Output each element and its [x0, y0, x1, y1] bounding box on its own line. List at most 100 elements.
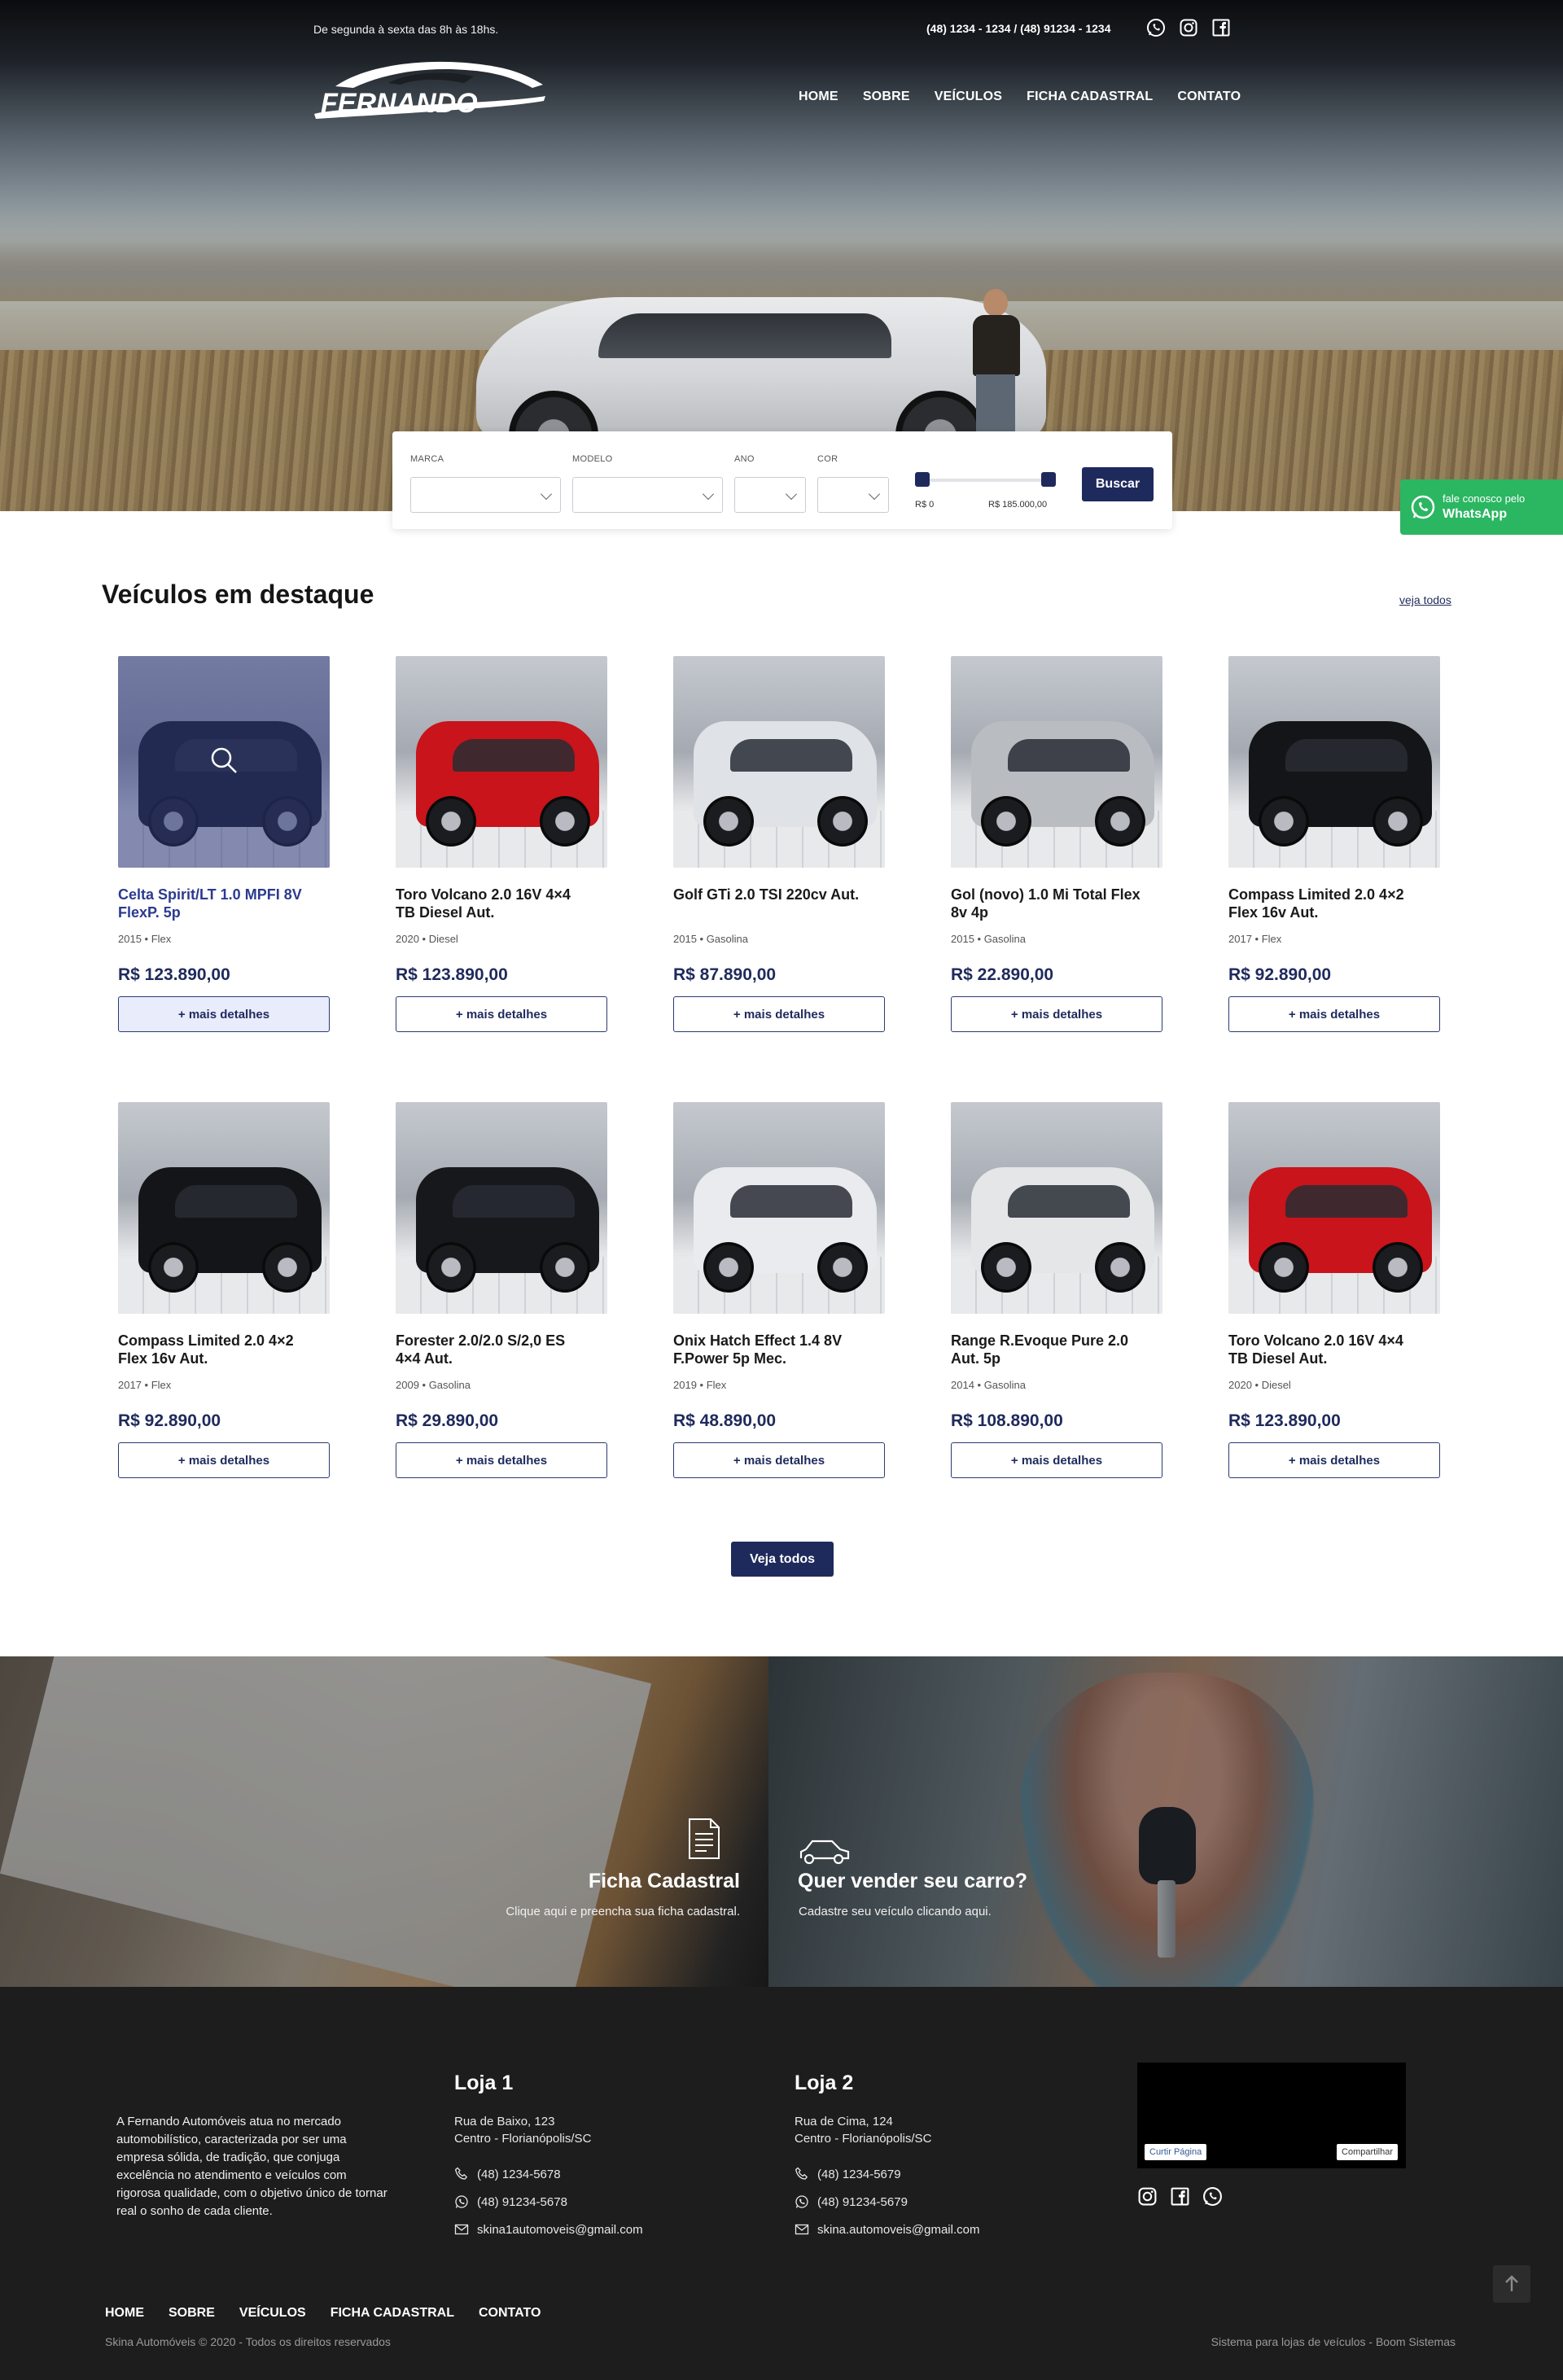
arrow-up-icon	[1505, 2275, 1518, 2291]
sell-car-subtitle: Cadastre seu veículo clicando aqui.	[799, 1905, 992, 1918]
nav-home[interactable]: HOME	[799, 90, 838, 104]
vehicle-name[interactable]: Toro Volcano 2.0 16V 4×4 TB Diesel Aut.	[1228, 1332, 1424, 1367]
back-to-top-button[interactable]	[1493, 2265, 1530, 2303]
footer-nav-contato[interactable]: CONTATO	[479, 2306, 541, 2321]
nav-sobre[interactable]: SOBRE	[863, 90, 910, 104]
vehicle-name[interactable]: Range R.Evoque Pure 2.0 Aut. 5p	[951, 1332, 1146, 1367]
vehicle-card[interactable]: Compass Limited 2.0 4×2 Flex 16v Aut. 201…	[118, 1102, 330, 1485]
vehicle-photo[interactable]	[118, 1102, 330, 1314]
store-1: Loja 1 Rua de Baixo, 123 Centro - Floria…	[454, 2072, 747, 2243]
footer-nav-veiculos[interactable]: VEÍCULOS	[239, 2306, 306, 2321]
more-details-button[interactable]: + mais detalhes	[673, 996, 885, 1032]
sell-your-car-banner[interactable]: Quer vender seu carro? Cadastre seu veíc…	[768, 1656, 1563, 1987]
main-nav: HOME SOBRE VEÍCULOS FICHA CADASTRAL CONT…	[799, 90, 1241, 104]
vehicle-card[interactable]: Onix Hatch Effect 1.4 8V F.Power 5p Mec.…	[673, 1102, 885, 1485]
vehicle-name[interactable]: Onix Hatch Effect 1.4 8V F.Power 5p Mec.	[673, 1332, 869, 1367]
nav-ficha-cadastral[interactable]: FICHA CADASTRAL	[1027, 90, 1153, 104]
price-min-handle[interactable]	[915, 472, 930, 487]
vehicle-card[interactable]: Range R.Evoque Pure 2.0 Aut. 5p 2014 • Ga…	[951, 1102, 1162, 1485]
vehicle-name[interactable]: Compass Limited 2.0 4×2 Flex 16v Aut.	[1228, 886, 1424, 921]
store-1-whatsapp[interactable]: (48) 91234-5678	[454, 2188, 747, 2216]
vehicle-photo[interactable]	[673, 1102, 885, 1314]
more-details-button[interactable]: + mais detalhes	[673, 1442, 885, 1478]
vehicle-card[interactable]: Forester 2.0/2.0 S/2,0 ES 4×4 Aut. 2009 •…	[396, 1102, 607, 1485]
more-details-button[interactable]: + mais detalhes	[951, 996, 1162, 1032]
whatsapp-icon[interactable]	[1146, 18, 1166, 37]
price-max-handle[interactable]	[1041, 472, 1056, 487]
store-2-whatsapp[interactable]: (48) 91234-5679	[795, 2188, 1088, 2216]
fb-like-button[interactable]: Curtir Página	[1145, 2144, 1207, 2160]
store-2-phone[interactable]: (48) 1234-5679	[795, 2160, 1088, 2188]
vehicle-name[interactable]: Toro Volcano 2.0 16V 4×4 TB Diesel Aut.	[396, 886, 591, 921]
vehicle-name[interactable]: Compass Limited 2.0 4×2 Flex 16v Aut.	[118, 1332, 313, 1367]
site-footer: A Fernando Automóveis atua no mercado au…	[0, 1987, 1563, 2380]
store-1-phone[interactable]: (48) 1234-5678	[454, 2160, 747, 2188]
store-1-phone-text: (48) 1234-5678	[477, 2167, 561, 2181]
instagram-icon[interactable]	[1179, 18, 1198, 37]
phone-icon	[795, 2167, 808, 2180]
vehicle-photo[interactable]	[1228, 1102, 1440, 1314]
facebook-icon[interactable]	[1170, 2186, 1190, 2207]
vehicle-year-fuel: 2020 • Diesel	[396, 933, 458, 945]
phone-icon	[454, 2167, 468, 2180]
logo-mark: FERNANDO	[314, 61, 545, 119]
cor-select[interactable]	[817, 477, 889, 513]
more-details-button[interactable]: + mais detalhes	[1228, 1442, 1440, 1478]
instagram-icon[interactable]	[1137, 2186, 1158, 2207]
vehicle-name[interactable]: Celta Spirit/LT 1.0 MPFI 8V FlexP. 5p	[118, 886, 313, 921]
vehicle-photo[interactable]	[951, 1102, 1162, 1314]
vehicle-photo[interactable]	[673, 656, 885, 868]
site-logo[interactable]: FERNANDO	[311, 55, 547, 122]
nav-contato[interactable]: CONTATO	[1177, 90, 1241, 104]
copyright: Skina Automóveis © 2020 - Todos os direi…	[105, 2335, 391, 2348]
store-1-address: Rua de Baixo, 123 Centro - Florianópolis…	[454, 2113, 747, 2147]
more-details-button[interactable]: + mais detalhes	[118, 996, 330, 1032]
ano-select[interactable]	[734, 477, 806, 513]
more-details-button[interactable]: + mais detalhes	[396, 1442, 607, 1478]
vehicle-name[interactable]: Gol (novo) 1.0 Mi Total Flex 8v 4p	[951, 886, 1146, 921]
chevron-down-icon	[868, 488, 881, 501]
vehicle-card[interactable]: Celta Spirit/LT 1.0 MPFI 8V FlexP. 5p 201…	[118, 656, 330, 1039]
more-details-button[interactable]: + mais detalhes	[1228, 996, 1440, 1032]
vehicle-card[interactable]: Gol (novo) 1.0 Mi Total Flex 8v 4p 2015 •…	[951, 656, 1162, 1039]
marca-label: MARCA	[410, 454, 444, 464]
whatsapp-chat-button[interactable]: fale conosco pelo WhatsApp	[1400, 479, 1563, 535]
vehicle-price: R$ 123.890,00	[396, 965, 508, 984]
magnifier-icon	[211, 747, 237, 773]
whatsapp-icon[interactable]	[1202, 2186, 1223, 2207]
see-all-link[interactable]: veja todos	[1399, 593, 1451, 606]
footer-nav-home[interactable]: HOME	[105, 2306, 144, 2321]
more-details-button[interactable]: + mais detalhes	[396, 996, 607, 1032]
store-2-whatsapp-text: (48) 91234-5679	[817, 2194, 908, 2209]
store-1-email[interactable]: skina1automoveis@gmail.com	[454, 2216, 747, 2243]
marca-select[interactable]	[410, 477, 561, 513]
vehicle-year-fuel: 2019 • Flex	[673, 1379, 727, 1391]
footer-nav-ficha-cadastral[interactable]: FICHA CADASTRAL	[331, 2306, 454, 2321]
store-2-email[interactable]: skina.automoveis@gmail.com	[795, 2216, 1088, 2243]
vehicle-photo[interactable]	[396, 656, 607, 868]
vehicle-card[interactable]: Compass Limited 2.0 4×2 Flex 16v Aut. 201…	[1228, 656, 1440, 1039]
vehicle-photo[interactable]	[1228, 656, 1440, 868]
nav-veiculos[interactable]: VEÍCULOS	[935, 90, 1002, 104]
search-button[interactable]: Buscar	[1082, 467, 1154, 501]
vehicle-name[interactable]: Forester 2.0/2.0 S/2,0 ES 4×4 Aut.	[396, 1332, 591, 1367]
ficha-cadastral-banner[interactable]: Ficha Cadastral Clique aqui e preencha s…	[0, 1656, 782, 1987]
more-details-button[interactable]: + mais detalhes	[118, 1442, 330, 1478]
fb-share-button[interactable]: Compartilhar	[1337, 2144, 1398, 2160]
price-range-track[interactable]	[915, 479, 1052, 482]
vehicle-photo[interactable]	[951, 656, 1162, 868]
vehicle-card[interactable]: Toro Volcano 2.0 16V 4×4 TB Diesel Aut. 2…	[1228, 1102, 1440, 1485]
vehicle-card[interactable]: Toro Volcano 2.0 16V 4×4 TB Diesel Aut. 2…	[396, 656, 607, 1039]
more-details-button[interactable]: + mais detalhes	[951, 1442, 1162, 1478]
footer-nav-sobre[interactable]: SOBRE	[169, 2306, 215, 2321]
vehicle-photo[interactable]	[118, 656, 330, 868]
vehicle-card[interactable]: Golf GTi 2.0 TSI 220cv Aut. 2015 • Gasoli…	[673, 656, 885, 1039]
vehicle-photo[interactable]	[396, 1102, 607, 1314]
price-max-value: R$ 185.000,00	[988, 500, 1048, 510]
vehicle-body	[971, 721, 1154, 847]
view-all-button[interactable]: Veja todos	[731, 1542, 834, 1577]
vehicle-name[interactable]: Golf GTi 2.0 TSI 220cv Aut.	[673, 886, 869, 903]
facebook-icon[interactable]	[1211, 18, 1231, 37]
vehicle-body	[1249, 1167, 1432, 1293]
modelo-select[interactable]	[572, 477, 723, 513]
